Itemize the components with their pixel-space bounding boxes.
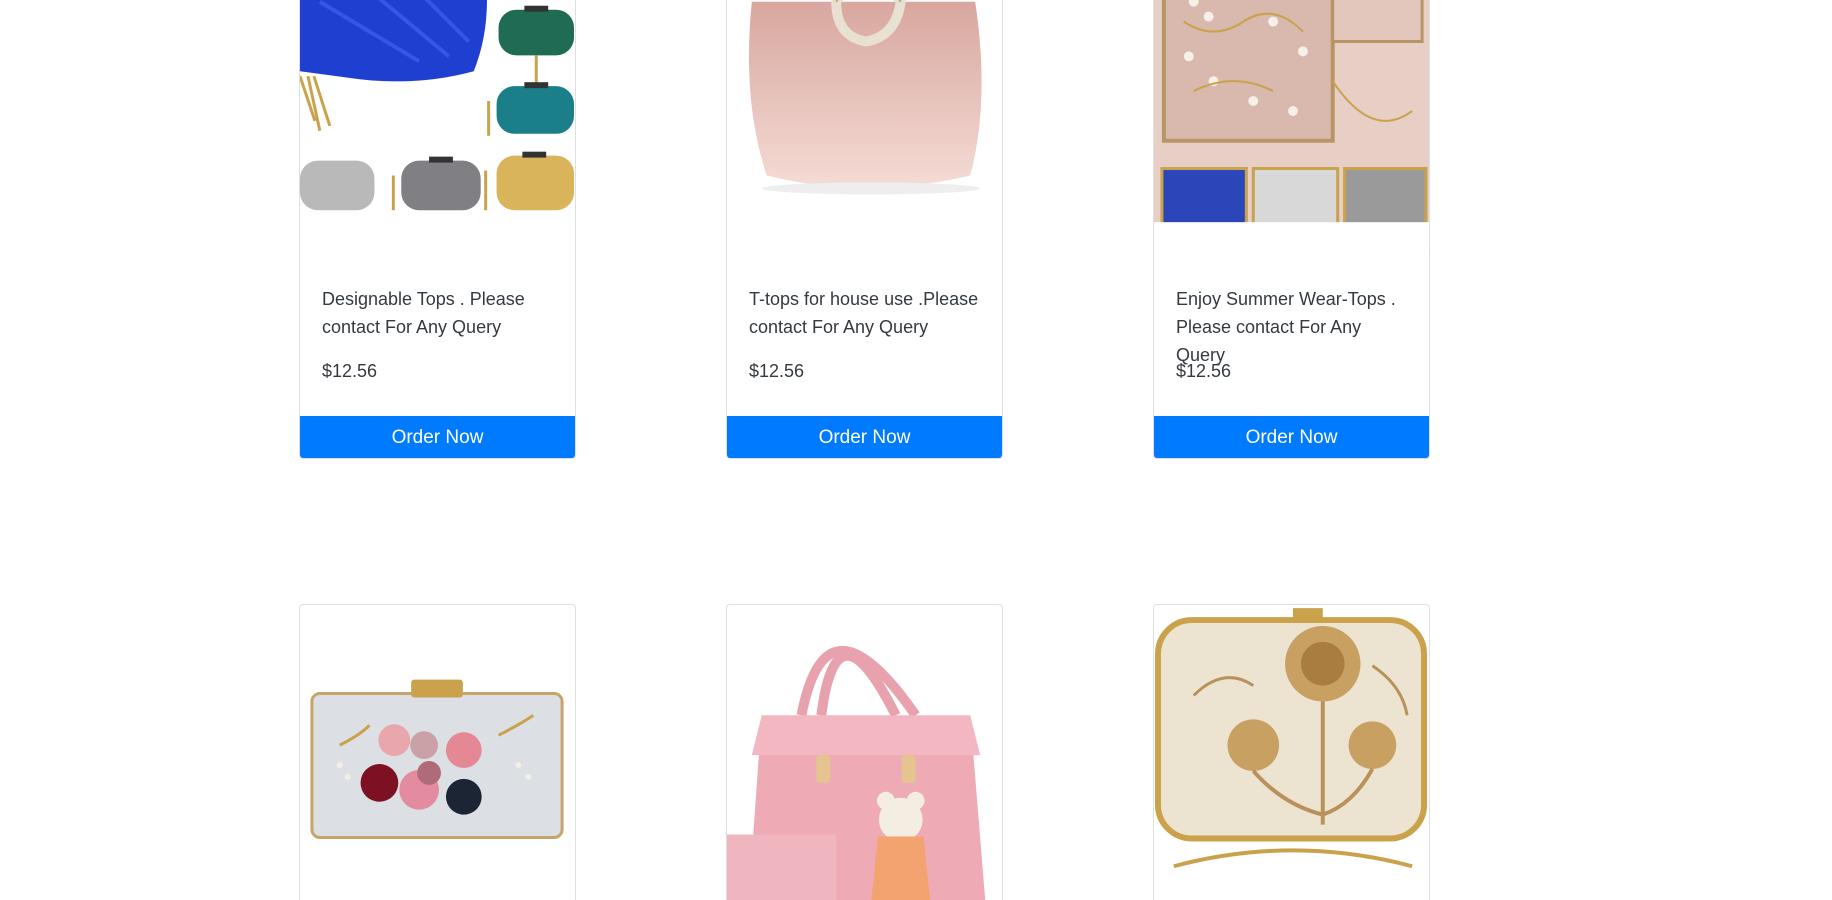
product-image[interactable] bbox=[300, 605, 575, 900]
product-price: $12.56 bbox=[1176, 361, 1232, 381]
product-description: Enjoy Summer Wear-Tops . Please contact … bbox=[1176, 289, 1396, 365]
product-price: $12.56 bbox=[322, 361, 378, 381]
product-description: Designable Tops . Please contact For Any… bbox=[322, 289, 525, 337]
product-card: T-tops for house use .Please contact For… bbox=[726, 0, 1003, 459]
card-body: T-tops for house use .Please contact For… bbox=[727, 251, 1002, 382]
card-body: Enjoy Summer Wear-Tops . Please contact … bbox=[1154, 251, 1429, 382]
flower-clutch-image bbox=[300, 606, 575, 900]
order-now-button[interactable]: Order Now bbox=[727, 416, 1002, 458]
order-now-button[interactable]: Order Now bbox=[1154, 416, 1429, 458]
pink-glitter-handbag-image bbox=[727, 0, 1002, 250]
product-description: T-tops for house use .Please contact For… bbox=[749, 289, 979, 337]
product-image[interactable] bbox=[727, 605, 1002, 900]
order-now-button[interactable]: Order Now bbox=[300, 416, 575, 458]
product-card bbox=[299, 604, 576, 900]
product-image[interactable] bbox=[727, 0, 1002, 251]
pearl-clutch-set-image bbox=[1154, 0, 1429, 250]
product-image[interactable] bbox=[300, 0, 575, 251]
product-card bbox=[1153, 604, 1430, 900]
product-image[interactable] bbox=[1154, 0, 1429, 251]
product-image[interactable] bbox=[1154, 605, 1429, 900]
card-body: Designable Tops . Please contact For Any… bbox=[300, 251, 575, 382]
product-price: $12.56 bbox=[749, 361, 805, 381]
product-card bbox=[726, 604, 1003, 900]
product-card: Enjoy Summer Wear-Tops . Please contact … bbox=[1153, 0, 1430, 459]
pink-handbag-teddy-image bbox=[727, 606, 1002, 900]
blue-satin-clutch-set-image bbox=[300, 0, 575, 250]
product-card: Designable Tops . Please contact For Any… bbox=[299, 0, 576, 459]
embroidered-gold-clutch-image bbox=[1154, 606, 1429, 900]
